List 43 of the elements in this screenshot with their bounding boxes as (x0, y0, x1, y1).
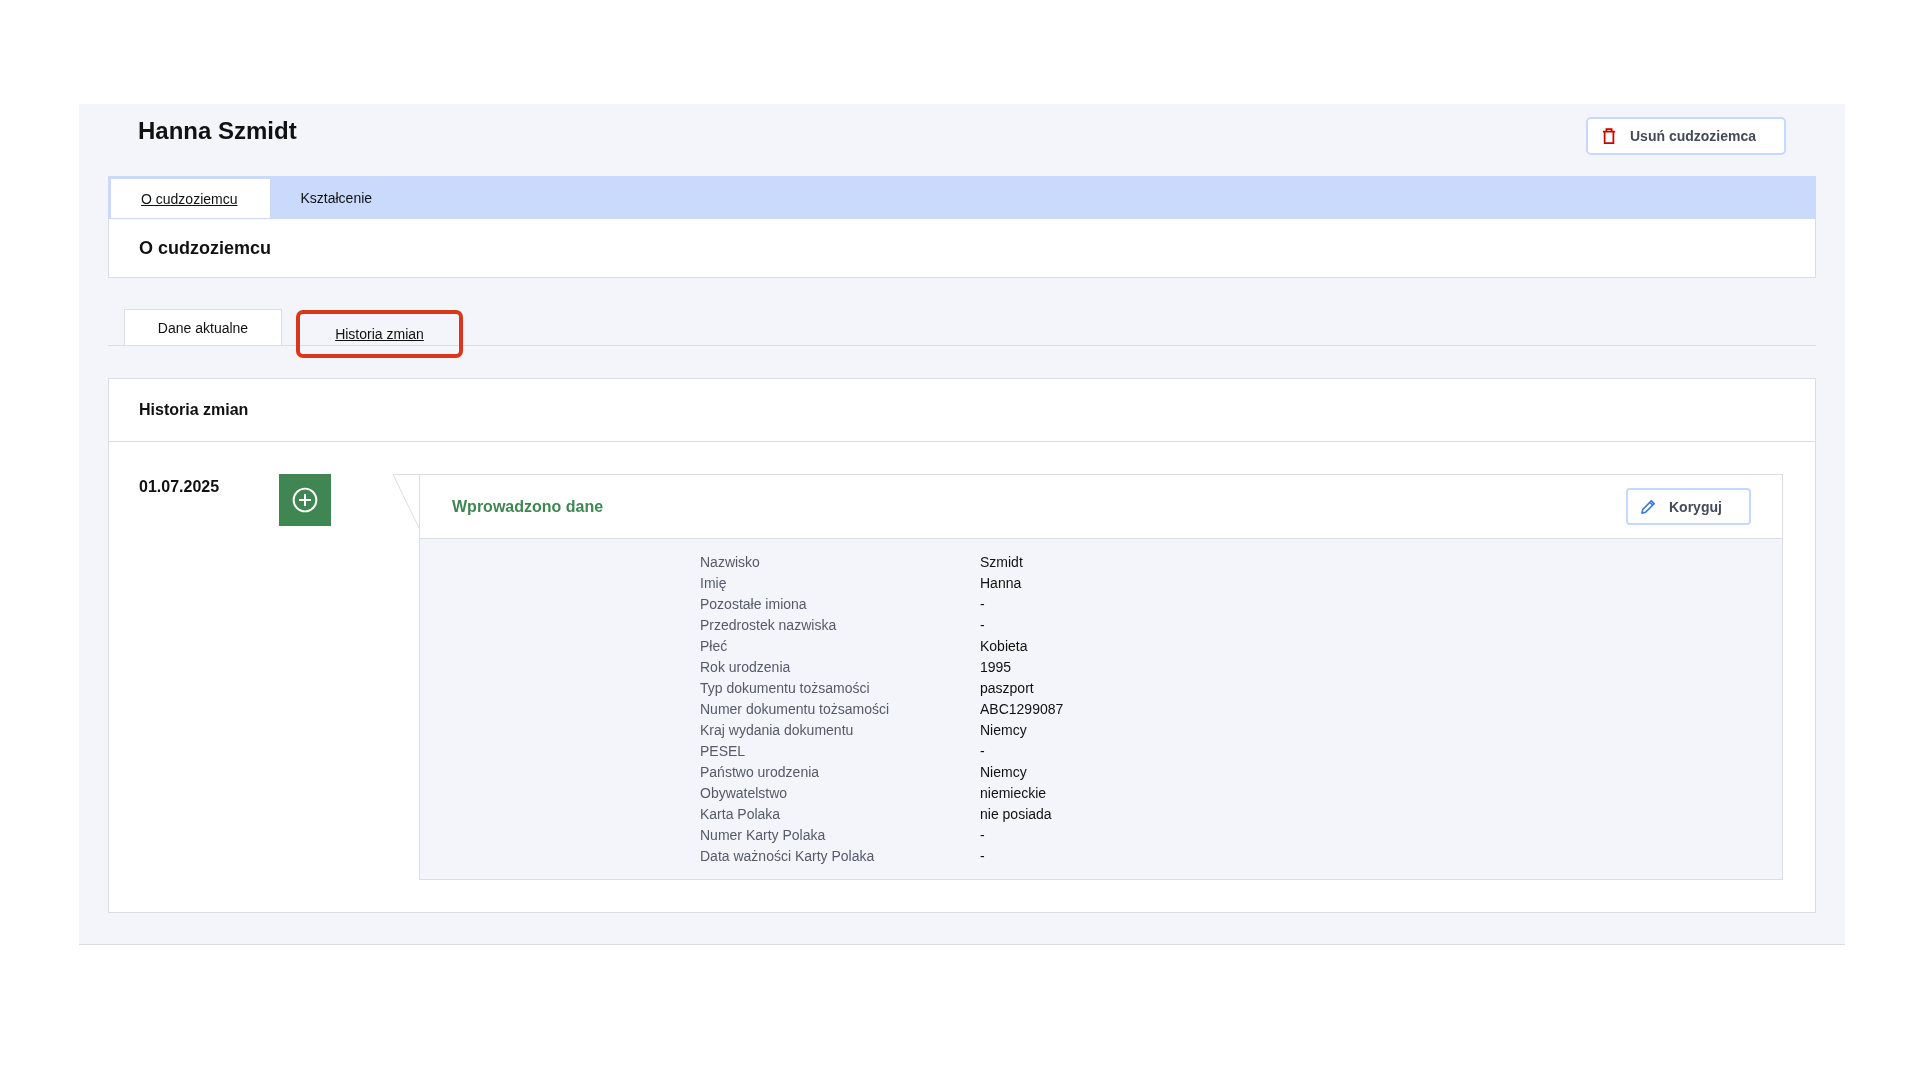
tab[interactable]: O cudzoziemcu (111, 179, 271, 218)
pencil-icon (1640, 498, 1657, 515)
field-value: Hanna (980, 574, 1023, 592)
sub-tab[interactable]: Dane aktualne (124, 309, 282, 345)
field-label: Imię (700, 574, 728, 592)
field-value: Niemcy (980, 763, 1028, 781)
field-value: nie posiada (980, 805, 1053, 823)
field-label: Karta Polaka (700, 805, 782, 823)
field-value: - (980, 847, 986, 865)
field-value: - (980, 616, 986, 634)
tab[interactable]: Kształcenie (270, 177, 406, 218)
page-title: Hanna Szmidt (138, 117, 297, 145)
field-label: Kraj wydania dokumentu (700, 721, 855, 739)
field-value: ABC1299087 (980, 700, 1065, 718)
card-title: Historia zmian (139, 401, 249, 419)
entry-title: Wprowadzono dane (452, 497, 604, 516)
field-value: 1995 (980, 658, 1013, 676)
field-value: Szmidt (980, 553, 1024, 571)
section-title: O cudzoziemcu (139, 237, 272, 259)
field-label: Typ dokumentu tożsamości (700, 679, 871, 697)
entry-date: 01.07.2025 (139, 477, 221, 496)
field-label: Pozostałe imiona (700, 595, 808, 613)
correct-button[interactable]: Koryguj (1626, 488, 1751, 525)
field-value: - (980, 742, 986, 760)
field-label: Numer Karty Polaka (700, 826, 827, 844)
sub-tab[interactable]: Historia zmian (296, 310, 463, 358)
field-value: Kobieta (980, 637, 1029, 655)
field-label: Rok urodzenia (700, 658, 792, 676)
field-label: Data ważności Karty Polaka (700, 847, 876, 865)
field-value: paszport (980, 679, 1035, 697)
delete-button[interactable]: Usuń cudzoziemca (1586, 117, 1786, 155)
field-label: Przedrostek nazwiska (700, 616, 838, 634)
field-value: - (980, 826, 986, 844)
field-value: niemieckie (980, 784, 1048, 802)
field-label: Państwo urodzenia (700, 763, 821, 781)
field-label: Płeć (700, 637, 729, 655)
trash-icon (1602, 128, 1616, 144)
field-value: - (980, 595, 986, 613)
field-label: Obywatelstwo (700, 784, 789, 802)
field-label: Numer dokumentu tożsamości (700, 700, 891, 718)
field-label: PESEL (700, 742, 747, 760)
field-label: Nazwisko (700, 553, 761, 571)
field-value: Niemcy (980, 721, 1028, 739)
